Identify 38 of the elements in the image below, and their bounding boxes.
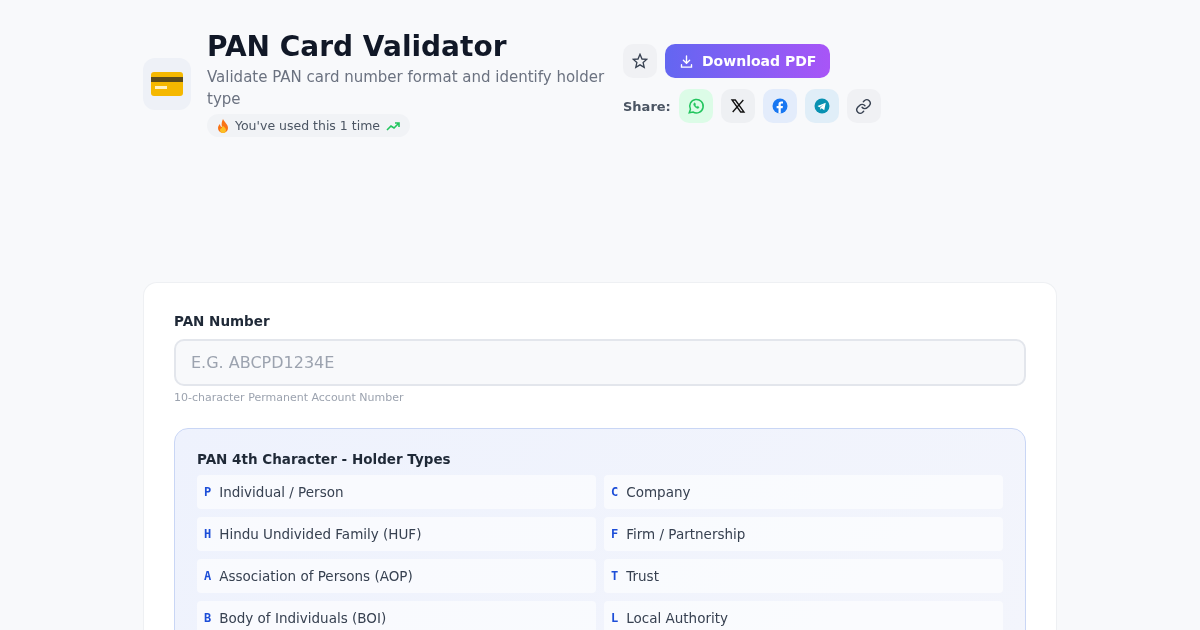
credit-card-icon bbox=[151, 72, 183, 96]
panel-title: PAN 4th Character - Holder Types bbox=[197, 451, 452, 467]
type-code: F bbox=[611, 527, 619, 541]
type-code: H bbox=[204, 527, 212, 541]
page-title: PAN Card Validator bbox=[207, 30, 507, 64]
type-code: C bbox=[611, 485, 619, 499]
x-logo-icon bbox=[729, 98, 746, 114]
page-subtitle: Validate PAN card number format and identify holder type bbox=[207, 67, 606, 110]
type-code: P bbox=[204, 485, 212, 499]
type-label: Trust bbox=[626, 568, 659, 584]
share-label: Share: bbox=[623, 98, 671, 114]
whatsapp-icon bbox=[686, 97, 705, 115]
field-label: PAN Number bbox=[174, 313, 271, 329]
type-label: Individual / Person bbox=[219, 484, 344, 500]
type-label: Firm / Partnership bbox=[626, 526, 746, 542]
type-code: L bbox=[611, 611, 619, 625]
usage-text: You've used this 1 time bbox=[235, 118, 381, 133]
type-label: Local Authority bbox=[626, 610, 728, 626]
type-code: A bbox=[204, 569, 212, 583]
download-icon bbox=[679, 53, 694, 69]
fire-icon bbox=[217, 118, 229, 133]
telegram-icon bbox=[812, 97, 831, 115]
download-pdf-button[interactable]: Download PDF bbox=[665, 44, 831, 78]
type-label: Body of Individuals (BOI) bbox=[219, 610, 387, 626]
pan-input-field[interactable]: E.G. ABCPD1234E bbox=[174, 339, 1026, 386]
field-hint: 10-character Permanent Account Number bbox=[174, 391, 405, 404]
facebook-icon bbox=[770, 97, 789, 115]
type-code: B bbox=[204, 611, 212, 625]
link-icon bbox=[855, 97, 873, 115]
type-code: T bbox=[611, 569, 619, 583]
share-button[interactable] bbox=[720, 89, 755, 123]
trend-up-icon bbox=[386, 120, 401, 131]
type-label: Association of Persons (AOP) bbox=[219, 568, 413, 584]
type-label: Company bbox=[626, 484, 691, 500]
type-label: Hindu Undivided Family (HUF) bbox=[219, 526, 422, 542]
share-button[interactable] bbox=[846, 89, 881, 123]
star-icon bbox=[632, 53, 648, 69]
favorite-button[interactable] bbox=[623, 44, 657, 78]
